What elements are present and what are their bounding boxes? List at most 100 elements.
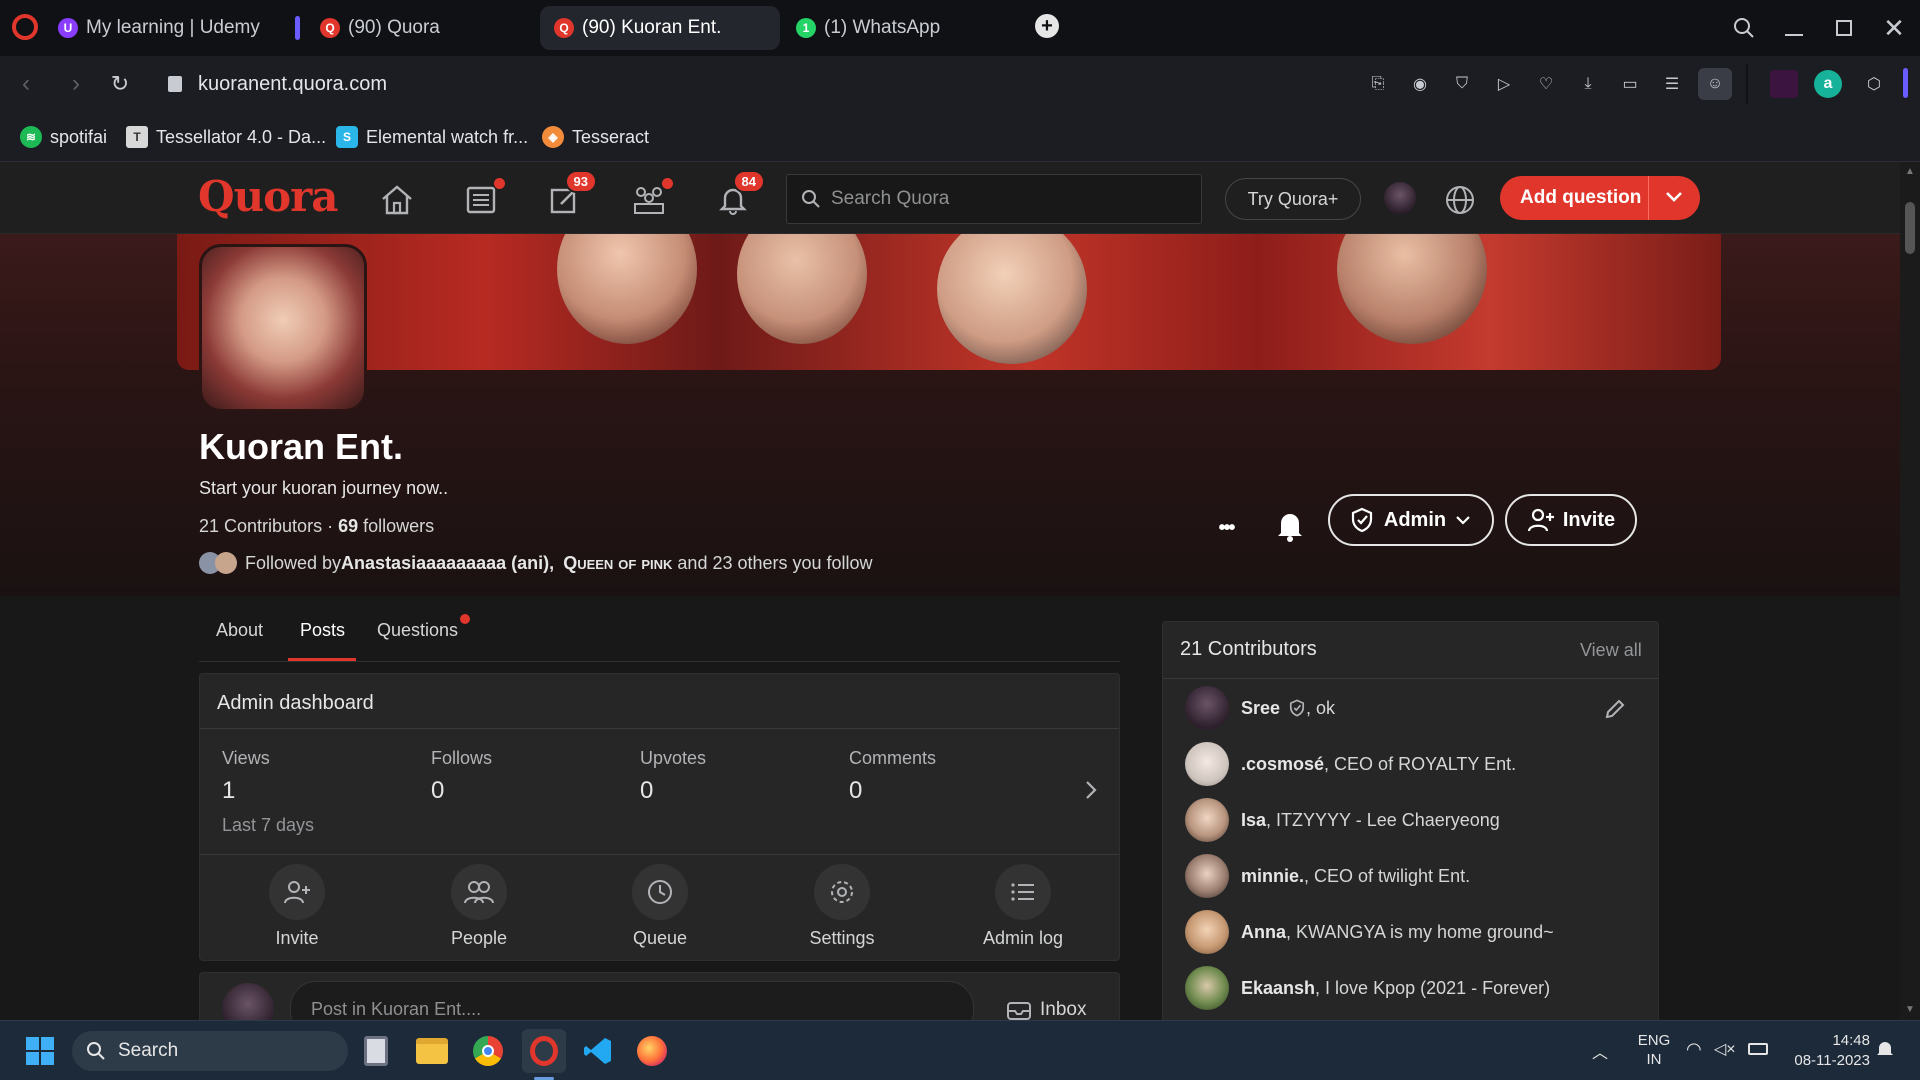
home-icon[interactable] [375,178,419,222]
admin-button[interactable]: Admin [1328,494,1494,546]
add-question-button[interactable]: Add question [1500,176,1700,220]
camera-icon[interactable]: ◉ [1406,70,1434,98]
contributor-name[interactable]: Anna [1241,922,1286,943]
firefox-icon[interactable] [632,1031,672,1071]
contributors-count[interactable]: 21 Contributors · [199,516,338,536]
contributor-name[interactable]: Isa [1241,810,1266,831]
action-label: People [450,928,508,948]
battery-saver-icon[interactable]: ▭ [1616,70,1644,98]
contributor-name[interactable]: Ekaansh [1241,978,1315,999]
bookmark-elemental[interactable]: S Elemental watch fr... [336,122,528,152]
view-all-link[interactable]: View all [1580,640,1642,661]
calculator-icon[interactable] [356,1031,396,1071]
lang-region: IN [1646,1051,1662,1068]
tab-kuoran-ent[interactable]: Q (90) Kuoran Ent. [540,6,780,50]
tab-posts[interactable]: Posts [300,620,345,641]
search-placeholder: Search Quora [831,188,950,209]
spotify-icon: ≋ [20,126,42,148]
extension-1-icon[interactable] [1770,70,1798,98]
notification-bell-icon[interactable] [1876,1039,1896,1061]
language-indicator[interactable]: ENG IN [1634,1031,1674,1069]
tray-chevron-up-icon[interactable]: ︿ [1592,1039,1608,1063]
chevron-right-icon[interactable] [1083,778,1103,802]
back-icon[interactable]: ‹ [12,70,40,98]
try-quora-plus-button[interactable]: Try Quora+ [1225,178,1361,220]
edit-pencil-icon[interactable] [1604,698,1628,722]
close-window-icon[interactable]: ✕ [1880,13,1908,43]
user-avatar[interactable] [1384,182,1416,214]
search-tabs-icon[interactable] [1730,14,1758,42]
play-icon[interactable]: ▷ [1490,70,1518,98]
followed-name-1[interactable]: Anastasiaaaaaaaaa (ani), [341,553,559,574]
battery-icon[interactable] [1748,1043,1768,1055]
language-globe-icon[interactable] [1438,178,1482,222]
tab-about[interactable]: About [216,620,263,641]
quora-logo[interactable]: Quora [198,172,338,221]
scroll-down-arrow[interactable]: ▼ [1905,1004,1915,1015]
bookmark-spotifai[interactable]: ≋ spotifai [20,122,107,152]
forward-icon[interactable]: › [62,70,90,98]
page-scrollbar[interactable]: ▲ ▼ [1900,162,1920,1032]
answer-icon[interactable]: 93 [543,170,597,222]
extensions-cube-icon[interactable]: ⬡ [1860,70,1888,98]
heart-icon[interactable]: ♡ [1532,70,1560,98]
action-admin-log[interactable]: Admin log [963,864,1083,949]
wifi-icon[interactable]: ◠ [1686,1039,1702,1060]
minimize-icon[interactable] [1780,14,1808,42]
windows-start-icon[interactable] [20,1031,60,1071]
contributor-name[interactable]: .cosmosé [1241,754,1324,775]
reload-icon[interactable]: ↻ [106,70,134,98]
url-text: kuoranent.quora.com [198,72,388,95]
easy-setup-icon[interactable]: ☰ [1658,70,1686,98]
bookmark-tesseract[interactable]: ◈ Tesseract [542,122,649,152]
inbox-button[interactable]: Inbox [1006,999,1086,1021]
opera-icon[interactable] [522,1029,566,1073]
spaces-icon[interactable] [627,178,673,222]
action-invite[interactable]: Invite [237,864,357,949]
action-settings[interactable]: Settings [782,864,902,949]
extension-a-icon[interactable]: a [1814,70,1842,98]
notifications-bell-icon[interactable]: 84 [711,170,765,222]
opera-menu-icon[interactable] [12,14,38,40]
share-icon[interactable]: ⎘ [1364,70,1392,98]
shield-icon[interactable]: ⛉ [1448,70,1476,98]
contributor-row[interactable]: .cosmosé , CEO of ROYALTY Ent. [1185,742,1516,786]
contributor-row[interactable]: Sree , ok [1185,686,1335,730]
more-options-button[interactable]: ••• [1208,510,1244,546]
vscode-icon[interactable] [578,1031,618,1071]
action-queue[interactable]: Queue [600,864,720,949]
volume-muted-icon[interactable]: ◁× [1714,1039,1736,1059]
contributor-row[interactable]: Isa , ITZYYYY - Lee Chaeryeong [1185,798,1500,842]
scroll-up-arrow[interactable]: ▲ [1905,166,1915,177]
contributor-row[interactable]: Anna , KWANGYA is my home ground~ [1185,910,1554,954]
bookmark-tessellator[interactable]: T Tessellator 4.0 - Da... [126,122,326,152]
action-people[interactable]: People [419,864,539,949]
followed-name-2[interactable]: Queen of pink [563,553,672,574]
new-tab-button[interactable]: + [1035,14,1059,38]
file-explorer-icon[interactable] [412,1031,452,1071]
scroll-thumb[interactable] [1905,202,1915,254]
clock[interactable]: 14:48 08-11-2023 [1780,1031,1870,1071]
tab-udemy[interactable]: U My learning | Udemy [44,6,280,50]
contributor-name[interactable]: minnie. [1241,866,1304,887]
download-icon[interactable]: ⤓ [1574,70,1602,98]
tab-whatsapp[interactable]: 1 (1) WhatsApp [782,6,1018,50]
tab-label: (1) WhatsApp [824,17,941,38]
followers-count[interactable]: 69 [338,516,358,536]
chevron-down-icon[interactable] [1662,184,1686,208]
following-icon[interactable] [459,178,505,222]
taskbar-search-box[interactable]: Search [72,1031,348,1071]
contributor-name[interactable]: Sree [1241,698,1280,719]
contributor-row[interactable]: Ekaansh , I love Kpop (2021 - Forever) [1185,966,1550,1010]
chrome-icon[interactable] [468,1031,508,1071]
tab-questions[interactable]: Questions [377,620,458,641]
tab-label: (90) Quora [348,17,440,38]
tab-quora[interactable]: Q (90) Quora [306,6,536,50]
profile-icon[interactable]: ☺ [1698,68,1732,100]
invite-button[interactable]: Invite [1505,494,1637,546]
contributor-row[interactable]: minnie. , CEO of twilight Ent. [1185,854,1470,898]
tesseract-icon: ◈ [542,126,564,148]
restore-icon[interactable] [1830,14,1858,42]
search-input[interactable]: Search Quora [786,174,1202,224]
notifications-bell-icon[interactable] [1274,508,1310,548]
